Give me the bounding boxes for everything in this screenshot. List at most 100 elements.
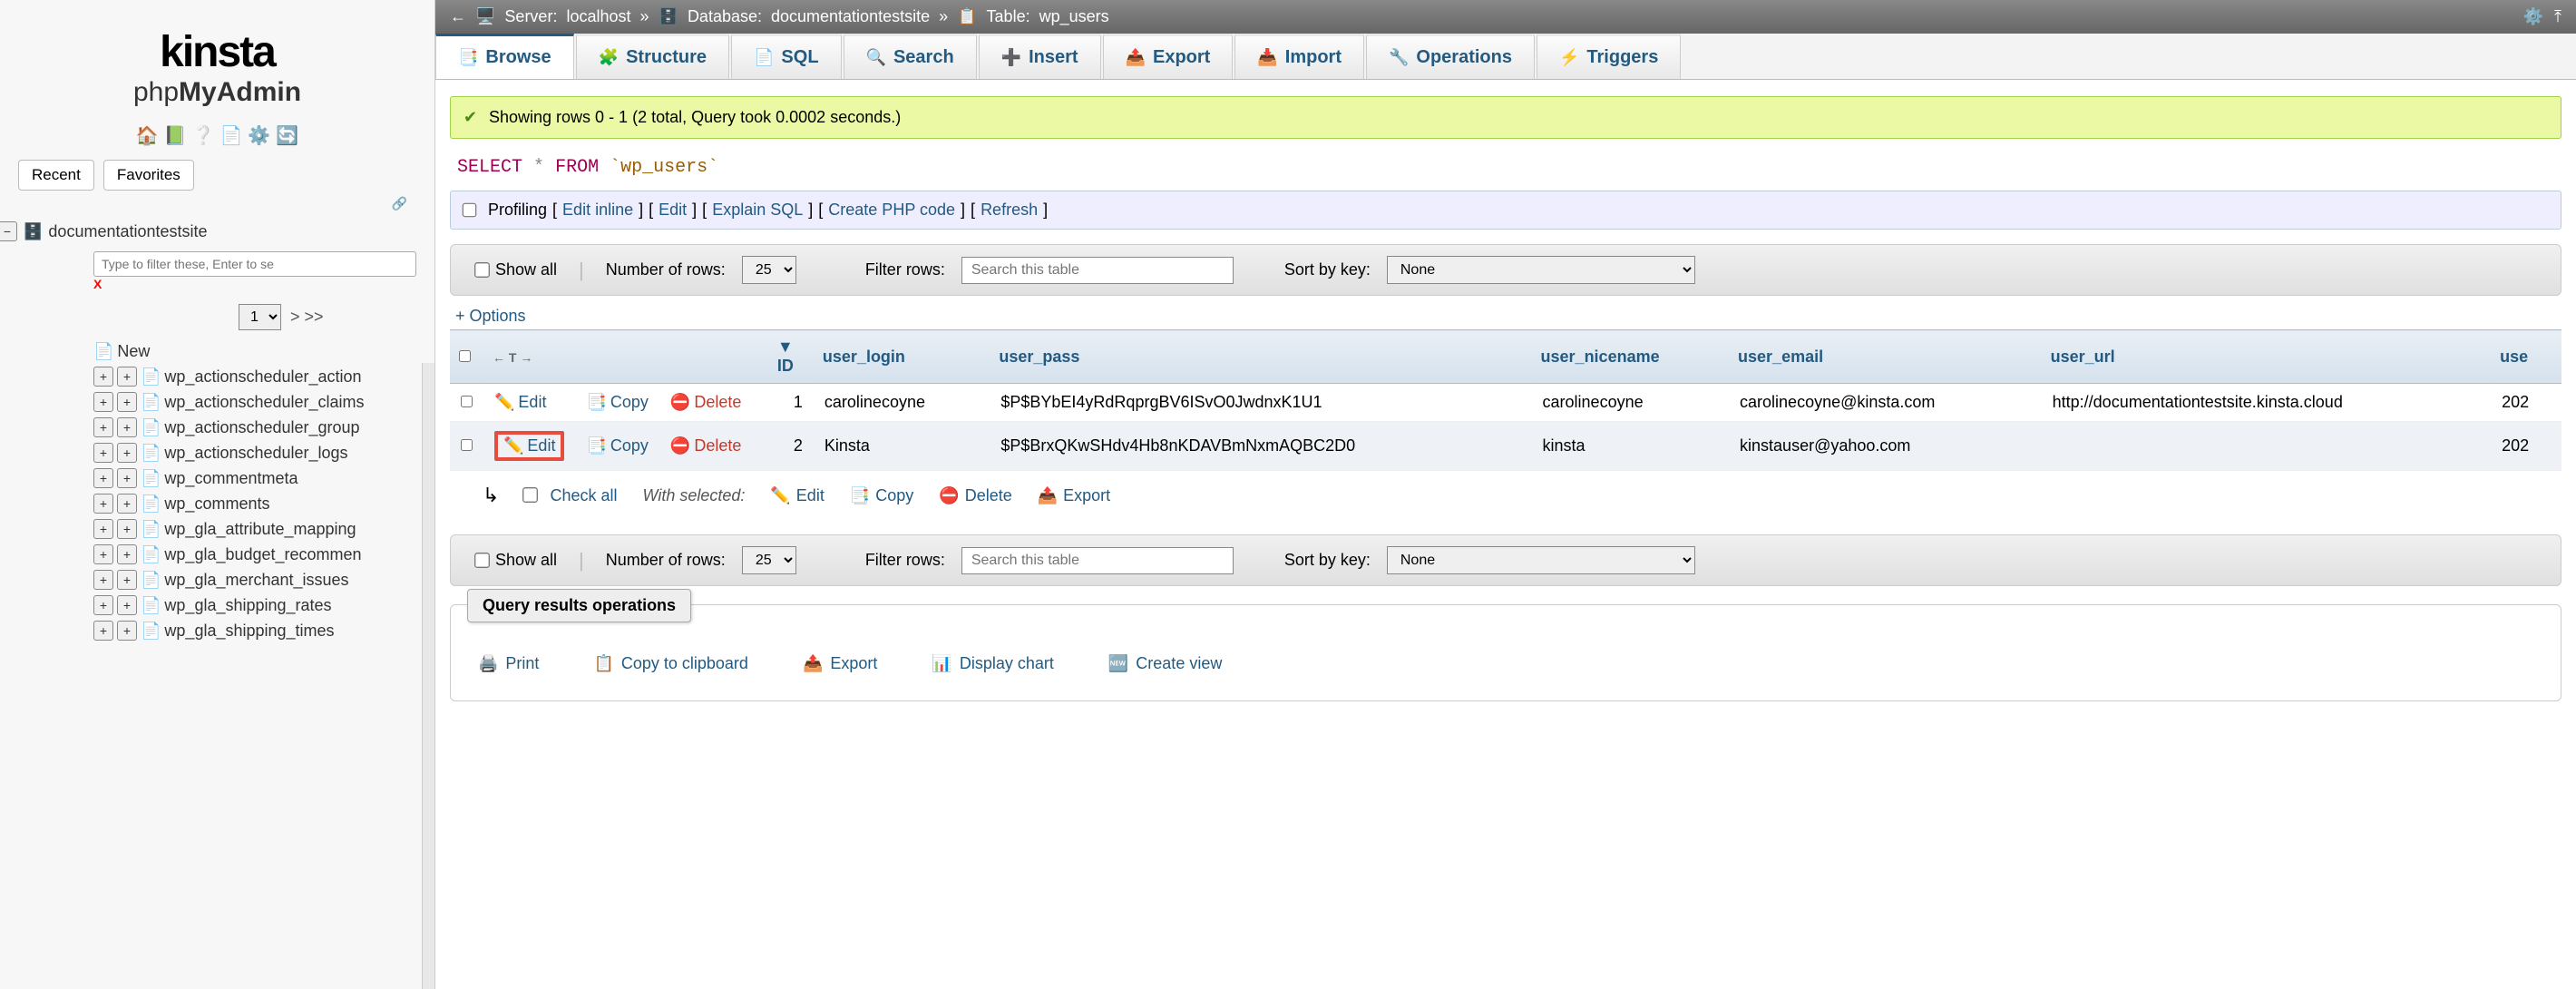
row-delete[interactable]: ⛔ Delete xyxy=(670,436,741,455)
expand-icon-2[interactable]: + xyxy=(117,494,137,514)
table-item[interactable]: ++📄wp_actionscheduler_logs xyxy=(48,440,434,465)
tab-browse[interactable]: 📑Browse xyxy=(435,34,574,79)
bulk-copy[interactable]: 📑 Copy xyxy=(850,486,913,505)
tab-import[interactable]: 📥Import xyxy=(1234,34,1364,79)
expand-icon[interactable]: + xyxy=(93,468,113,488)
create-php-link[interactable]: Create PHP code xyxy=(828,201,955,220)
table-item[interactable]: ++📄wp_comments xyxy=(48,491,434,516)
expand-icon-2[interactable]: + xyxy=(117,595,137,615)
expand-icon[interactable]: + xyxy=(93,417,113,437)
tab-export[interactable]: 📤Export xyxy=(1103,34,1234,79)
logout-icon[interactable]: 📗 xyxy=(164,124,187,147)
gear-icon[interactable]: ⚙️ xyxy=(248,124,270,147)
explain-sql-link[interactable]: Explain SQL xyxy=(712,201,803,220)
select-all-checkbox[interactable] xyxy=(459,350,471,362)
expand-icon[interactable]: + xyxy=(93,544,113,564)
table-item[interactable]: ++📄wp_commentmeta xyxy=(48,465,434,491)
profiling-checkbox[interactable] xyxy=(463,203,477,218)
tab-insert[interactable]: ➕Insert xyxy=(979,34,1101,79)
expand-icon-2[interactable]: + xyxy=(117,417,137,437)
db-name[interactable]: documentationtestsite xyxy=(48,222,207,241)
docs-icon[interactable]: ❔ xyxy=(192,124,215,147)
edit-link[interactable]: Edit xyxy=(659,201,687,220)
table-item[interactable]: ++📄wp_actionscheduler_action xyxy=(48,364,434,389)
tab-favorites[interactable]: Favorites xyxy=(103,160,194,191)
expand-icon[interactable]: + xyxy=(93,519,113,539)
expand-icon-2[interactable]: + xyxy=(117,392,137,412)
col-user-tail[interactable]: use xyxy=(2491,330,2561,384)
tab-structure[interactable]: 🧩Structure xyxy=(576,34,729,79)
expand-icon[interactable]: + xyxy=(93,367,113,387)
tab-sql[interactable]: 📄SQL xyxy=(731,34,842,79)
table-item[interactable]: ++📄wp_gla_shipping_times xyxy=(48,618,434,643)
expand-icon[interactable]: + xyxy=(93,570,113,590)
row-checkbox[interactable] xyxy=(461,396,473,407)
filter-input[interactable] xyxy=(93,251,416,277)
table-item[interactable]: ++📄wp_gla_merchant_issues xyxy=(48,567,434,592)
expand-icon-2[interactable]: + xyxy=(117,367,137,387)
qro-view[interactable]: 🆕 Create view xyxy=(1108,654,1222,673)
row-copy[interactable]: 📑 Copy xyxy=(586,393,648,412)
clear-filter-icon[interactable]: X xyxy=(93,277,102,291)
bulk-export[interactable]: 📤 Export xyxy=(1038,486,1110,505)
tab-search[interactable]: 🔍Search xyxy=(844,34,977,79)
expand-icon-2[interactable]: + xyxy=(117,570,137,590)
reload-icon[interactable]: 🔄 xyxy=(276,124,298,147)
edit-inline-link[interactable]: Edit inline xyxy=(562,201,633,220)
table-item[interactable]: ++📄wp_gla_budget_recommen xyxy=(48,542,434,567)
col-user-pass[interactable]: user_pass xyxy=(990,330,1531,384)
row-edit[interactable]: ✏️ Edit xyxy=(494,393,546,412)
col-id[interactable]: ▼ ID xyxy=(768,330,814,384)
table-item[interactable]: ++📄wp_actionscheduler_claims xyxy=(48,389,434,415)
expand-icon-2[interactable]: + xyxy=(117,443,137,463)
show-all-checkbox-bottom[interactable] xyxy=(474,553,490,568)
expand-icon[interactable]: + xyxy=(93,494,113,514)
expand-icon[interactable]: + xyxy=(93,443,113,463)
sort-by-key-select[interactable]: None xyxy=(1387,256,1695,284)
refresh-link[interactable]: Refresh xyxy=(981,201,1038,220)
bulk-delete[interactable]: ⛔ Delete xyxy=(939,486,1011,505)
page-select[interactable]: 1 xyxy=(239,304,281,330)
col-user-login[interactable]: user_login xyxy=(814,330,990,384)
bc-table-value[interactable]: wp_users xyxy=(1039,7,1109,26)
expand-icon[interactable]: + xyxy=(93,595,113,615)
expand-icon-2[interactable]: + xyxy=(117,519,137,539)
qro-export[interactable]: 📤 Export xyxy=(803,654,877,673)
next-page[interactable]: > >> xyxy=(290,308,324,327)
sidebar-scrollbar[interactable] xyxy=(422,363,434,989)
show-all-wrap[interactable]: Show all xyxy=(476,260,557,279)
qro-clipboard[interactable]: 📋 Copy to clipboard xyxy=(593,654,748,673)
sql-doc-icon[interactable]: 📄 xyxy=(220,124,243,147)
filter-rows-input[interactable] xyxy=(961,257,1234,284)
expand-icon-2[interactable]: + xyxy=(117,621,137,641)
qro-chart[interactable]: 📊 Display chart xyxy=(932,654,1053,673)
table-item[interactable]: ++📄wp_gla_attribute_mapping xyxy=(48,516,434,542)
row-checkbox[interactable] xyxy=(461,439,473,451)
expand-icon-2[interactable]: + xyxy=(117,544,137,564)
col-user-url[interactable]: user_url xyxy=(2042,330,2492,384)
check-all-checkbox[interactable] xyxy=(522,487,538,503)
bc-db-value[interactable]: documentationtestsite xyxy=(771,7,930,26)
tab-recent[interactable]: Recent xyxy=(18,160,94,191)
tab-triggers[interactable]: ⚡Triggers xyxy=(1537,34,1681,79)
table-item[interactable]: ++📄wp_gla_shipping_rates xyxy=(48,592,434,618)
collapse-icon[interactable]: − xyxy=(0,221,17,241)
check-all-link[interactable]: Check all xyxy=(550,486,617,505)
sort-by-key-select-bottom[interactable]: None xyxy=(1387,546,1695,574)
col-arrows[interactable]: ← T → xyxy=(483,330,575,384)
settings-gear-icon[interactable]: ⚙️ xyxy=(2523,7,2543,26)
edit-highlighted[interactable]: ✏️ Edit xyxy=(494,431,564,461)
expand-icon-2[interactable]: + xyxy=(117,468,137,488)
col-user-email[interactable]: user_email xyxy=(1729,330,2042,384)
filter-rows-input-bottom[interactable] xyxy=(961,547,1234,574)
col-user-nicename[interactable]: user_nicename xyxy=(1532,330,1730,384)
db-node[interactable]: − 🗄️ documentationtestsite xyxy=(0,219,434,244)
link-icon[interactable]: 🔗 xyxy=(0,196,434,211)
num-rows-select[interactable]: 25 xyxy=(742,256,796,284)
home-icon[interactable]: 🏠 xyxy=(136,124,159,147)
expand-icon[interactable]: + xyxy=(93,392,113,412)
tab-operations[interactable]: 🔧Operations xyxy=(1366,34,1535,79)
options-toggle[interactable]: + Options xyxy=(450,299,2561,329)
bulk-edit[interactable]: ✏️ Edit xyxy=(770,486,824,505)
num-rows-select-bottom[interactable]: 25 xyxy=(742,546,796,574)
